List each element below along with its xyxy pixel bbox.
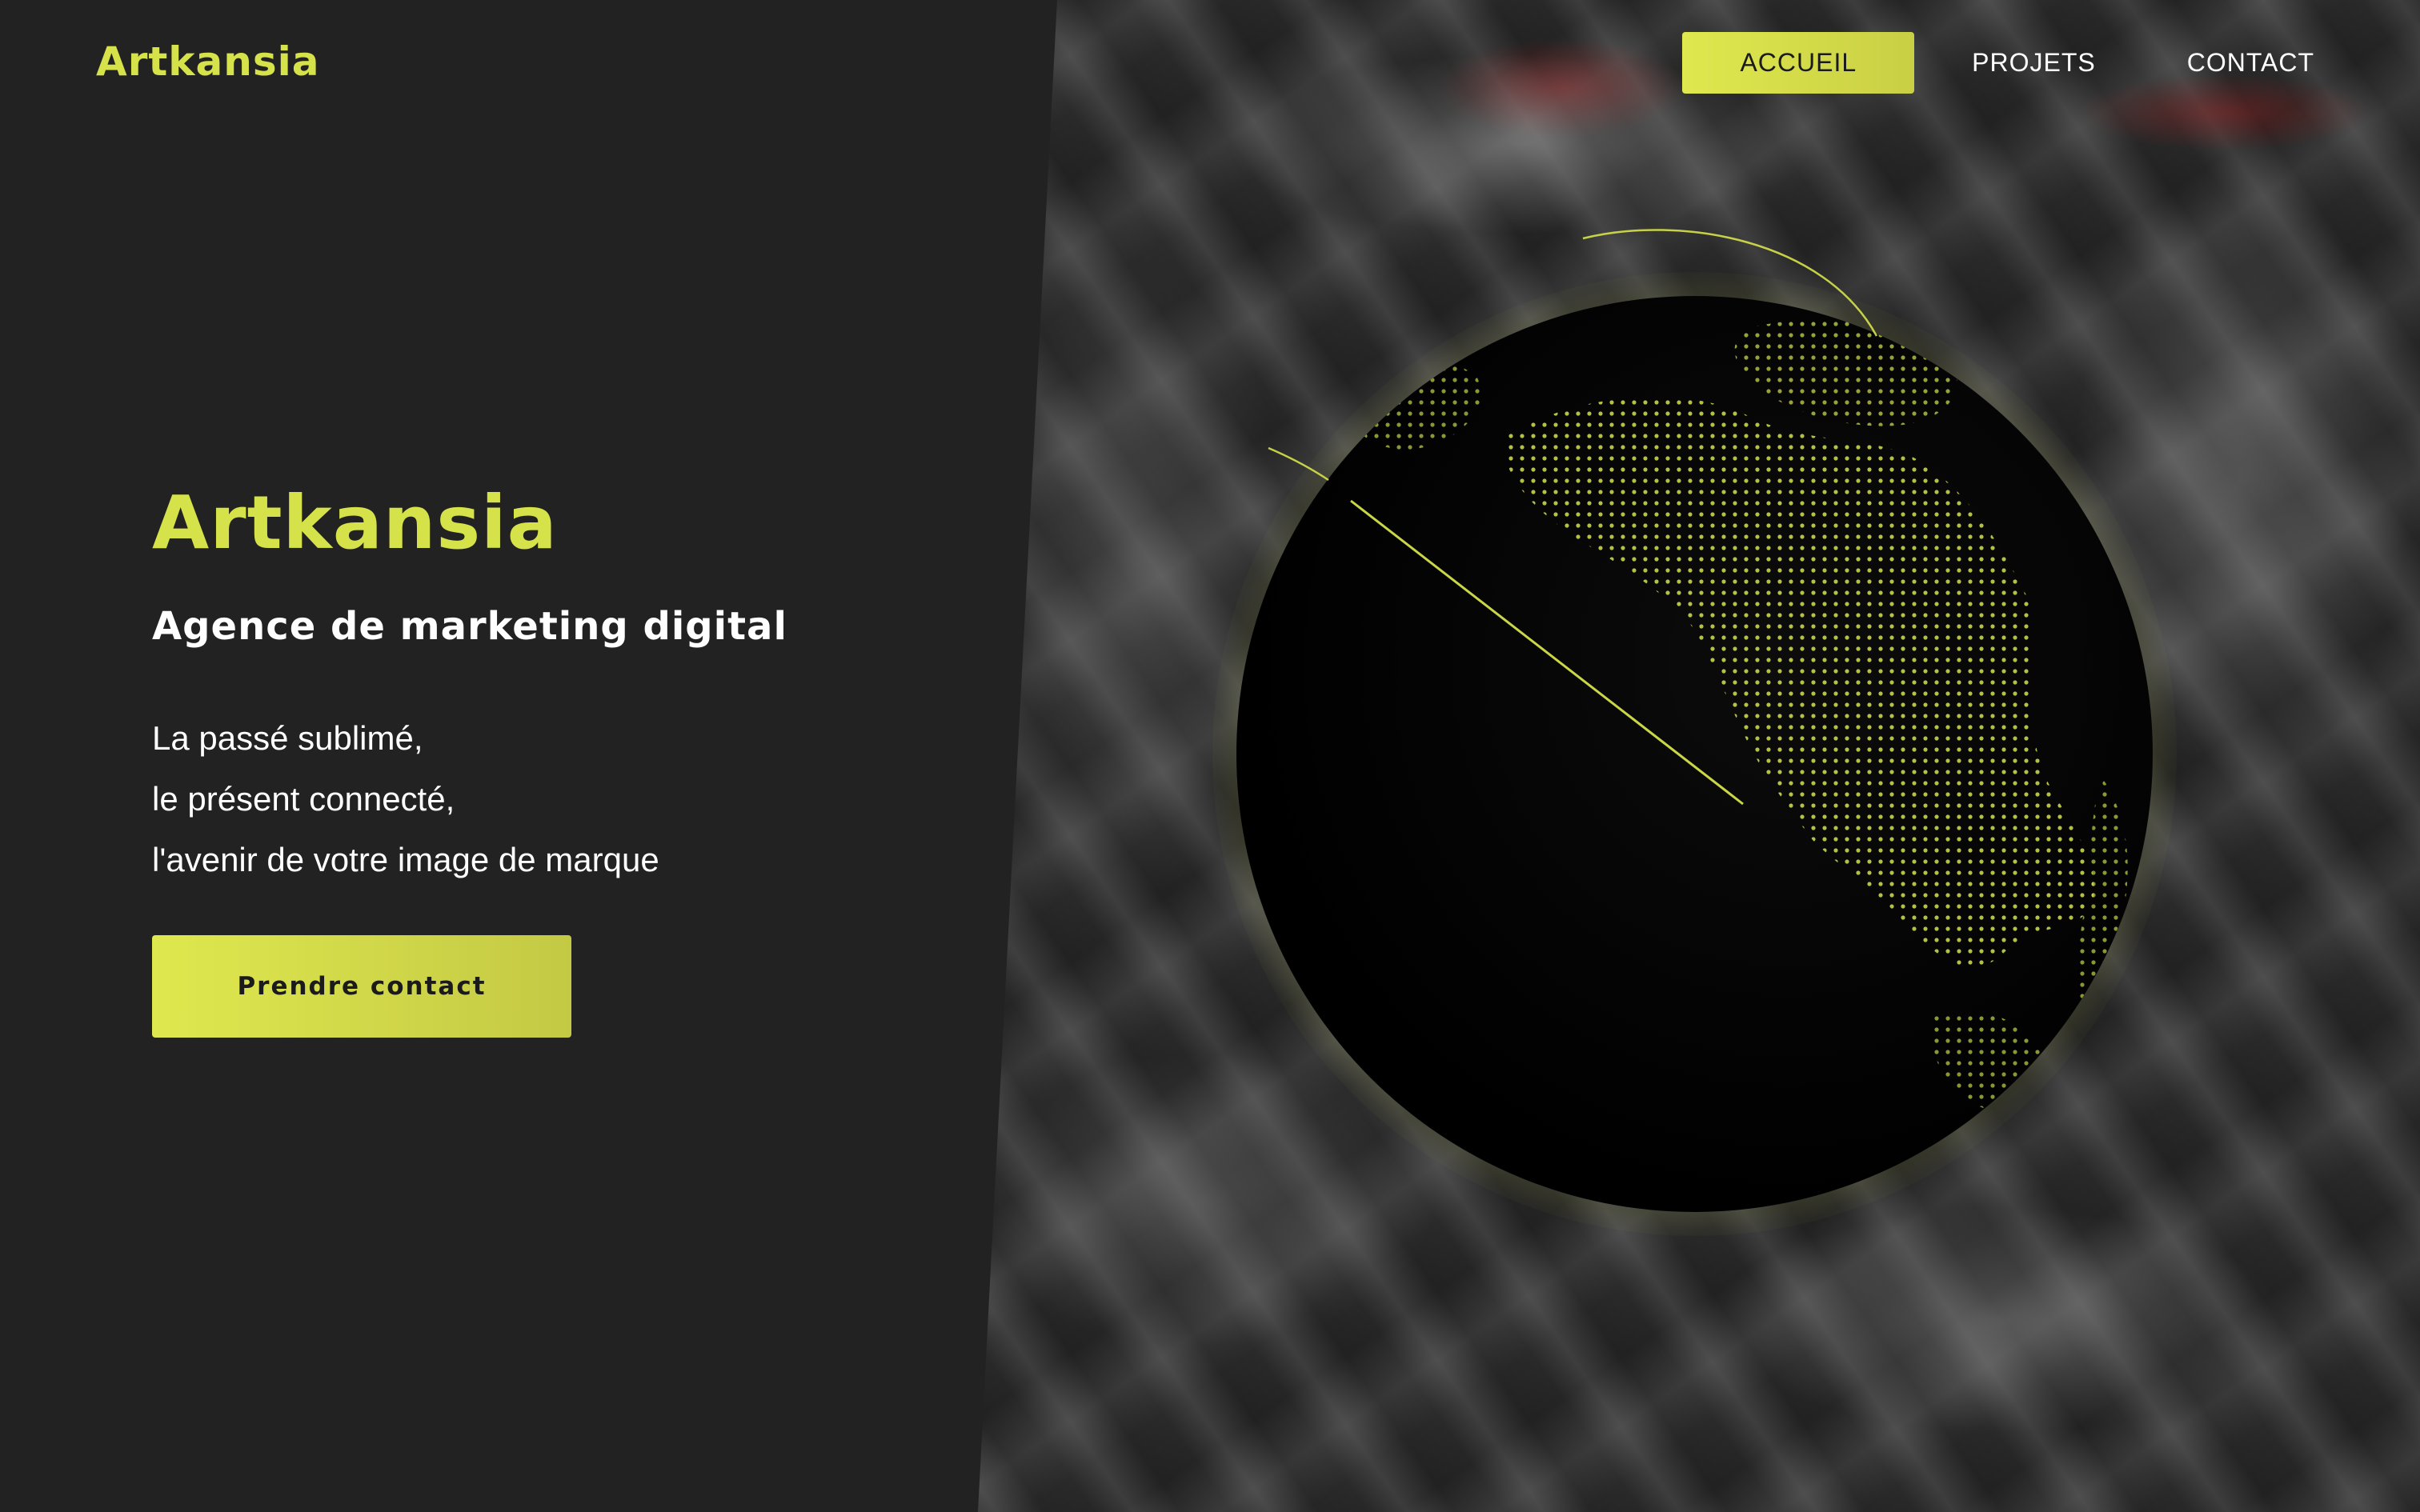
hero-title: Artkansia [152,480,558,566]
nav-item-accueil[interactable]: ACCUEIL [1682,32,1915,94]
tagline-line: La passé sublimé, [152,719,423,757]
nav-item-projets[interactable]: PROJETS [1938,32,2130,94]
hero-tagline: La passé sublimé, le présent connecté, l… [152,708,659,890]
globe-dots [1347,320,2128,1114]
hero-subtitle: Agence de marketing digital [152,604,787,649]
contact-button[interactable]: Prendre contact [152,935,571,1038]
globe-icon [1212,272,2177,1236]
nav-item-contact[interactable]: CONTACT [2154,32,2348,94]
globe-sphere [1236,296,2153,1212]
tagline-line: l'avenir de votre image de marque [152,841,659,878]
main-nav: ACCUEIL PROJETS CONTACT [1682,32,2348,94]
tagline-line: le présent connecté, [152,780,455,818]
site-logo[interactable]: Artkansia [96,38,319,85]
